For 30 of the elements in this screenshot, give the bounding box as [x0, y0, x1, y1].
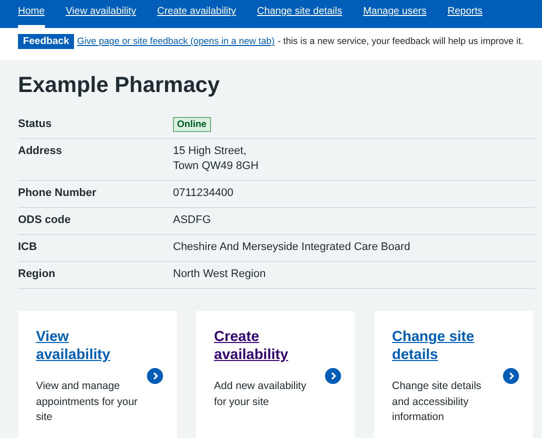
card-link[interactable]: Change site details: [392, 328, 502, 364]
nav-link[interactable]: Change site details: [257, 0, 342, 28]
chevron-icon: [503, 368, 519, 384]
feedback-link[interactable]: Give page or site feedback (opens in a new tab): [77, 36, 275, 46]
detail-label: Status: [18, 117, 53, 132]
detail-label: Phone Number: [18, 186, 98, 201]
feedback-message: - this is a new service, your feedback will help us improve it.: [278, 36, 524, 46]
chevron-icon: [147, 368, 163, 384]
card-link[interactable]: View availability: [36, 328, 146, 364]
detail-value: ASDFG: [173, 214, 211, 226]
card-description: Add new availability for your site: [214, 379, 308, 410]
detail-value: 15 High Street, Town QW49 8GH: [173, 145, 259, 172]
chevron-icon: [325, 368, 341, 384]
nav-link[interactable]: Create availability: [157, 0, 236, 28]
detail-label: ODS code: [18, 213, 72, 228]
nav-link[interactable]: Manage users: [363, 0, 426, 28]
feedback-tag: Feedback: [18, 34, 74, 48]
page-title: Example Pharmacy: [18, 72, 221, 98]
card-link[interactable]: Create availability: [214, 328, 324, 364]
nav-link[interactable]: Reports: [447, 0, 482, 28]
status-tag: Online: [173, 117, 211, 132]
nav-link[interactable]: View availability: [66, 0, 136, 28]
detail-label: Address: [18, 144, 64, 159]
detail-value: North West Region: [173, 268, 266, 280]
detail-label: ICB: [18, 240, 38, 255]
card-description: View and manage appointments for your site: [36, 379, 139, 425]
detail-value: 0711234400: [173, 187, 234, 199]
card-description: Change site details and accessibility information: [392, 379, 482, 425]
detail-label: Region: [18, 267, 56, 282]
detail-value: Cheshire And Merseyside Integrated Care Board: [173, 241, 410, 253]
